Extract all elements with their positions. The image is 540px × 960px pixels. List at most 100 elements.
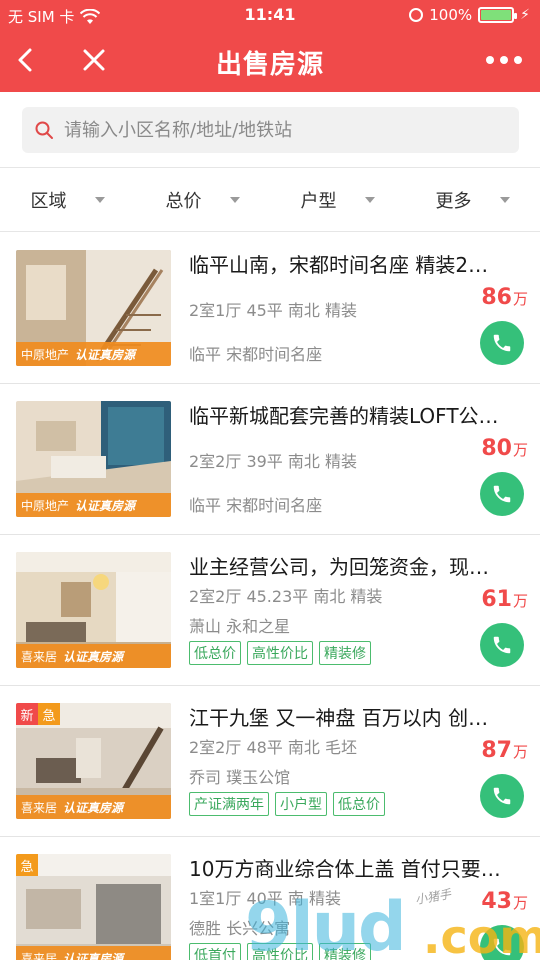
charging-icon: ⚡ [520,7,530,23]
listing-title[interactable]: 临平山南，宋都时间名座 精装2… [189,249,519,278]
listing-list: 中原地产 认证真房源 临平山南，宋都时间名座 精装2… 2室1厅 45平 南北 … [0,233,540,960]
tag-list: 产证满两年 小户型 低总价 [189,792,385,816]
phone-icon [493,938,511,956]
search-bar [0,92,540,168]
listing-item[interactable]: 新 急 喜来居 认证真房源 江干九堡 又一神盘 百万以内 创… 2室2厅 48平… [0,686,540,837]
feature-tag: 精装修 [319,943,371,960]
listing-location: 临平 宋都时间名座 [189,496,323,515]
listing-photo: 中原地产 认证真房源 [16,401,171,517]
feature-tag: 低总价 [189,641,241,665]
listing-location: 临平 宋都时间名座 [189,345,323,364]
listing-title[interactable]: 临平新城配套完善的精装LOFT公… [189,400,519,429]
listing-price: 87万 [481,738,528,763]
filter-more[interactable]: 更多 [405,168,540,231]
price-unit: 万 [512,290,528,308]
listing-title[interactable]: 10万方商业综合体上盖 首付只要… [189,853,519,882]
listing-price: 80万 [481,436,528,461]
battery-percent: 100% [429,6,473,24]
battery-icon [478,7,518,23]
agency-banner: 喜来居 认证真房源 [16,795,171,819]
tag-list: 低首付 高性价比 精装修 [189,943,371,960]
filter-label: 户型 [300,190,337,212]
listing-item[interactable]: 中原地产 认证真房源 临平新城配套完善的精装LOFT公… 2室2厅 39平 南北… [0,384,540,535]
urgent-flag: 急 [38,703,60,725]
agency-name: 中原地产 [21,498,70,513]
phone-icon [493,334,511,352]
call-button[interactable] [480,925,524,960]
listing-photo: 急 喜来居 认证真房源 [16,854,171,960]
rotation-lock-icon [409,8,424,22]
listing-photo: 中原地产 认证真房源 [16,250,171,366]
agency-name: 喜来居 [21,800,58,815]
phone-icon [493,787,511,805]
listing-spec: 2室2厅 39平 南北 精装 [189,452,357,471]
more-dots-icon[interactable] [486,56,522,64]
filter-layout[interactable]: 户型 [270,168,405,231]
feature-tag: 精装修 [319,641,371,665]
price-value: 61 [481,587,512,612]
price-unit: 万 [512,743,528,761]
search-input[interactable] [64,119,484,141]
agency-name: 中原地产 [21,347,70,362]
feature-tag: 高性价比 [247,943,313,960]
listing-spec: 2室2厅 45.23平 南北 精装 [189,587,383,606]
agency-banner: 中原地产 认证真房源 [16,493,171,517]
listing-item[interactable]: 中原地产 认证真房源 临平山南，宋都时间名座 精装2… 2室1厅 45平 南北 … [0,233,540,384]
verified-badge: 认证真房源 [75,498,136,513]
tag-list: 低总价 高性价比 精装修 [189,641,371,665]
price-value: 43 [481,889,512,914]
listing-price: 86万 [481,285,528,310]
listing-price: 43万 [481,889,528,914]
listing-photo: 新 急 喜来居 认证真房源 [16,703,171,819]
price-value: 87 [481,738,512,763]
status-bar: 无 SIM 卡 11:41 100% ⚡ [0,0,540,30]
listing-title[interactable]: 江干九堡 又一神盘 百万以内 创… [189,702,519,731]
status-right: 100% ⚡ [409,6,530,24]
listing-location: 德胜 长兴公寓 [189,919,291,938]
agency-name: 喜来居 [21,649,58,664]
feature-tag: 高性价比 [247,641,313,665]
call-button[interactable] [480,774,524,818]
listing-title[interactable]: 业主经营公司，为回笼资金，现… [189,551,519,580]
caret-down-icon [94,196,105,203]
filter-label: 更多 [435,190,472,212]
filter-area[interactable]: 区域 [0,168,135,231]
feature-tag: 小户型 [275,792,327,816]
listing-item[interactable]: 喜来居 认证真房源 业主经营公司，为回笼资金，现… 2室2厅 45.23平 南北… [0,535,540,686]
feature-tag: 产证满两年 [189,792,269,816]
filter-label: 区域 [30,190,67,212]
search-box[interactable] [22,107,519,153]
verified-badge: 认证真房源 [63,649,124,664]
price-unit: 万 [512,592,528,610]
phone-icon [493,636,511,654]
caret-down-icon [499,196,510,203]
filter-price[interactable]: 总价 [135,168,270,231]
price-value: 80 [481,436,512,461]
listing-spec: 2室2厅 48平 南北 毛坯 [189,738,357,757]
phone-icon [493,485,511,503]
verified-badge: 认证真房源 [63,800,124,815]
feature-tag: 低总价 [333,792,385,816]
call-button[interactable] [480,623,524,667]
caret-down-icon [229,196,240,203]
price-unit: 万 [512,441,528,459]
agency-banner: 喜来居 认证真房源 [16,644,171,668]
listing-spec: 1室1厅 40平 南 精装 [189,889,341,908]
listing-item[interactable]: 急 喜来居 认证真房源 10万方商业综合体上盖 首付只要… 1室1厅 40平 南… [0,837,540,960]
filter-label: 总价 [165,190,202,212]
agency-name: 喜来居 [21,951,58,960]
filter-bar: 区域 总价 户型 更多 [0,168,540,232]
price-unit: 万 [512,894,528,912]
price-value: 86 [481,285,512,310]
listing-location: 萧山 永和之星 [189,617,291,636]
listing-price: 61万 [481,587,528,612]
navbar: 出售房源 [0,30,540,92]
call-button[interactable] [480,321,524,365]
agency-banner: 中原地产 认证真房源 [16,342,171,366]
feature-tag: 低首付 [189,943,241,960]
call-button[interactable] [480,472,524,516]
listing-photo: 喜来居 认证真房源 [16,552,171,668]
listing-spec: 2室1厅 45平 南北 精装 [189,301,357,320]
search-icon [35,121,53,139]
verified-badge: 认证真房源 [75,347,136,362]
